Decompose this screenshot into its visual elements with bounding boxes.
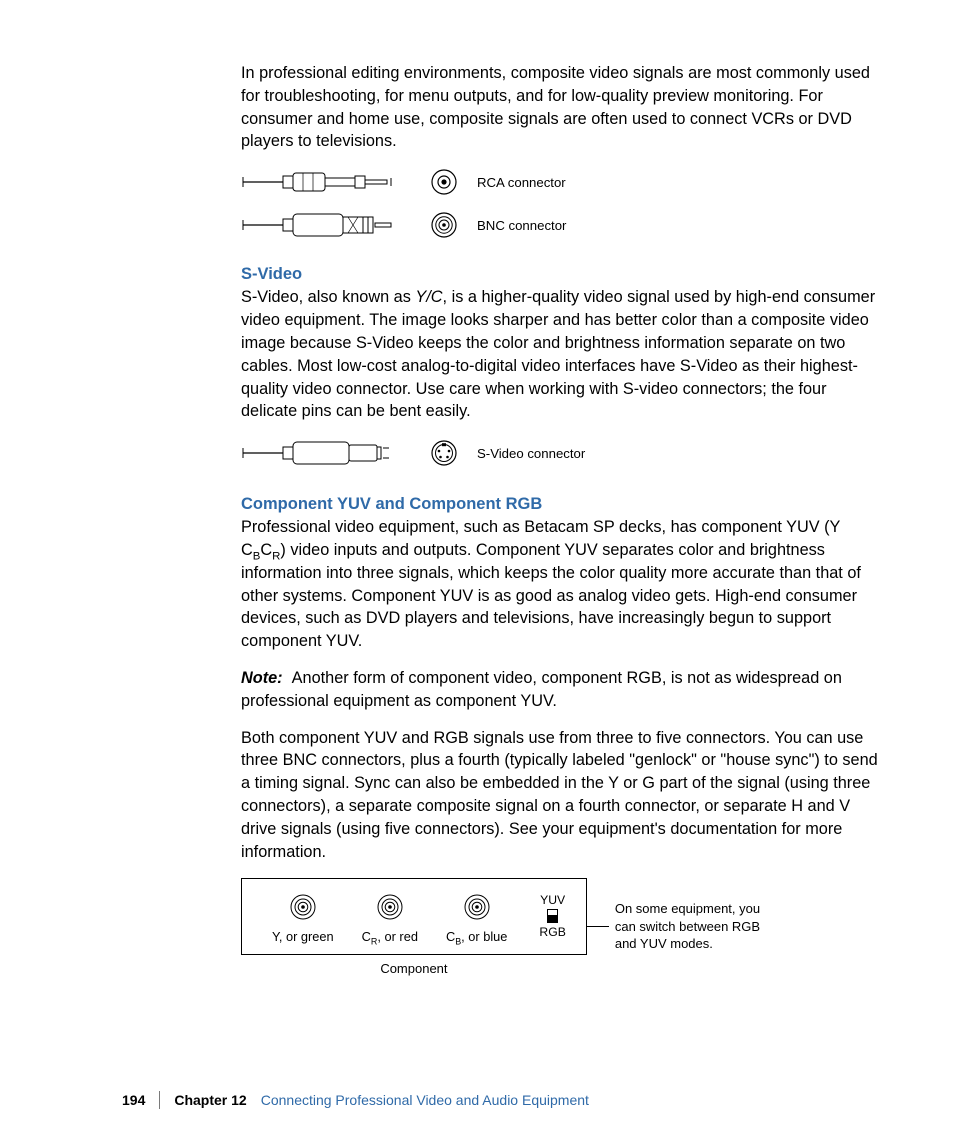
rca-figure-row: RCA connector <box>241 167 880 197</box>
chapter-title: Connecting Professional Video and Audio … <box>261 1092 589 1108</box>
bnc-jack-icon <box>289 893 317 921</box>
bnc-jack-icon <box>463 893 491 921</box>
cr-post: , or red <box>377 929 418 944</box>
comp-p1-post: ) video inputs and outputs. Component YU… <box>241 541 861 650</box>
component-heading: Component YUV and Component RGB <box>241 495 880 514</box>
bnc-jack-icon <box>376 893 404 921</box>
y-label: Y, or green <box>272 929 334 944</box>
cr-pre: C <box>362 929 371 944</box>
note-paragraph: Note: Another form of component video, c… <box>241 667 880 713</box>
svideo-text-pre: S-Video, also known as <box>241 288 415 306</box>
switch-icon <box>547 909 558 923</box>
footer-divider <box>159 1091 160 1109</box>
component-paragraph-3: Both component YUV and RGB signals use f… <box>241 727 880 864</box>
component-caption: Component <box>380 961 447 976</box>
svideo-label: S-Video connector <box>477 446 585 461</box>
component-cr-connector: CR, or red <box>362 893 418 944</box>
svideo-cable-icon <box>241 437 401 469</box>
yuv-text: YUV <box>540 893 565 907</box>
svideo-em: Y/C <box>415 288 442 306</box>
chapter-label: Chapter 12 <box>174 1092 246 1108</box>
rca-jack-icon <box>429 167 459 197</box>
svideo-jack-icon <box>429 438 459 468</box>
note-label: Note: <box>241 669 283 687</box>
rgb-text: RGB <box>539 925 565 939</box>
svideo-heading: S-Video <box>241 265 880 284</box>
svideo-paragraph: S-Video, also known as Y/C, is a higher-… <box>241 286 880 423</box>
rca-label: RCA connector <box>477 175 566 190</box>
component-y-connector: Y, or green <box>272 893 334 944</box>
callout-line <box>587 926 609 927</box>
page-footer: 194 Chapter 12 Connecting Professional V… <box>0 1091 954 1109</box>
cb-post: , or blue <box>461 929 507 944</box>
svideo-text-post: , is a higher-quality video signal used … <box>241 288 875 420</box>
svideo-figure-row: S-Video connector <box>241 437 880 469</box>
bnc-label: BNC connector <box>477 218 566 233</box>
side-callout: On some equipment, you can switch betwee… <box>615 900 775 953</box>
bnc-cable-icon <box>241 209 401 241</box>
cr-label: CR, or red <box>362 929 418 944</box>
component-cb-connector: CB, or blue <box>446 893 507 944</box>
page-number: 194 <box>122 1092 145 1108</box>
component-figure: Y, or green CR, or red <box>241 878 880 976</box>
comp-p1-mid: C <box>260 541 272 559</box>
component-paragraph-1: Professional video equipment, such as Be… <box>241 516 880 653</box>
rca-cable-icon <box>241 167 401 197</box>
bnc-jack-icon <box>429 210 459 240</box>
note-text: Another form of component video, compone… <box>241 669 842 710</box>
component-box: Y, or green CR, or red <box>241 878 587 955</box>
yuv-rgb-switch: YUV RGB <box>539 893 565 939</box>
bnc-figure-row: BNC connector <box>241 209 880 241</box>
intro-paragraph: In professional editing environments, co… <box>241 62 880 153</box>
cb-label: CB, or blue <box>446 929 507 944</box>
cb-pre: C <box>446 929 455 944</box>
